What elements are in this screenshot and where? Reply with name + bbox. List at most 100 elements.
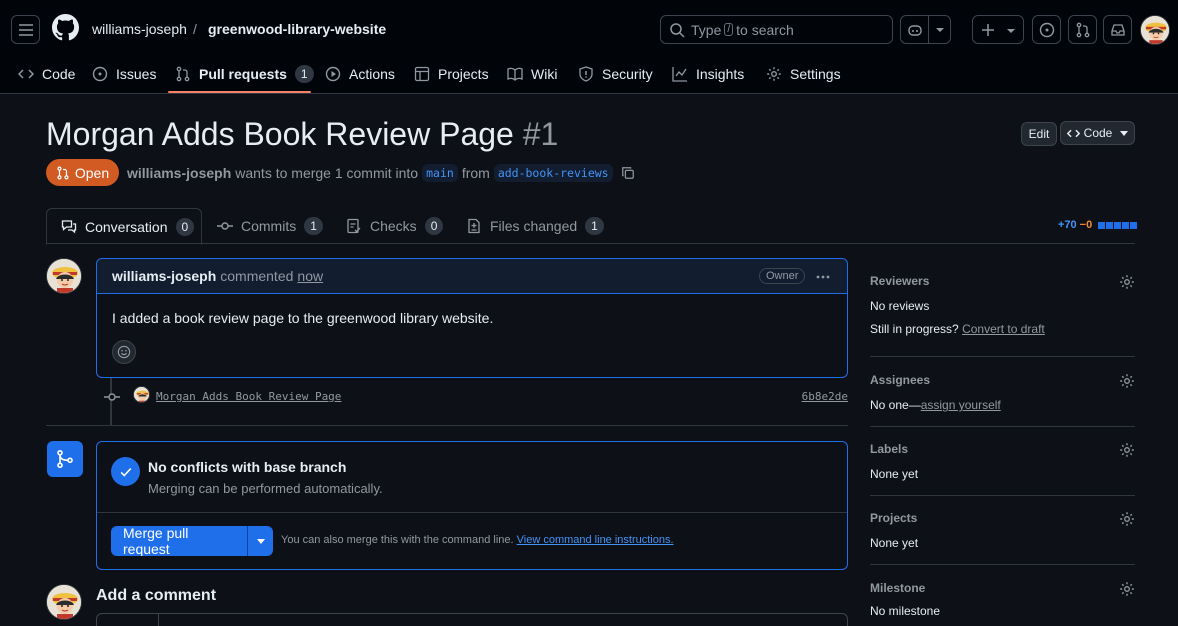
- search-placeholder-prefix: Type: [691, 21, 722, 38]
- table-icon: [414, 66, 430, 82]
- comment-time-link[interactable]: now: [297, 268, 323, 284]
- page-title: Morgan Adds Book Review Page #1: [46, 116, 558, 153]
- commit-sha-link[interactable]: 6b8e2de: [802, 390, 848, 403]
- tab-conversation[interactable]: Conversation 0: [46, 208, 202, 245]
- gear-icon[interactable]: [1119, 511, 1135, 527]
- breadcrumb-separator: /: [193, 21, 197, 37]
- pr-meta-text: wants to merge 1 commit into: [235, 165, 419, 181]
- merge-method-dropdown[interactable]: [247, 526, 273, 556]
- code-icon: [18, 69, 34, 79]
- tab-settings[interactable]: Settings: [766, 54, 841, 94]
- convert-to-draft-link[interactable]: Convert to draft: [962, 322, 1045, 336]
- sidebar-divider: [870, 495, 1135, 496]
- status-badge: Open: [46, 159, 119, 186]
- diff-blocks: [1097, 221, 1138, 229]
- avatar-image-icon: [47, 585, 81, 619]
- tab-projects[interactable]: Projects: [414, 54, 489, 94]
- projects-value: None yet: [870, 536, 919, 550]
- files-counter: 1: [585, 217, 604, 235]
- tab-actions-label: Actions: [349, 66, 395, 82]
- edit-button[interactable]: Edit: [1021, 122, 1057, 146]
- head-branch-link[interactable]: add-book-reviews: [493, 164, 613, 182]
- checklist-icon: [347, 218, 361, 234]
- tab-settings-label: Settings: [790, 66, 841, 82]
- labels-title[interactable]: Labels: [870, 442, 1135, 456]
- diff-stat: +70 −0: [1058, 219, 1138, 231]
- tab-issues[interactable]: Issues: [92, 54, 156, 94]
- comment-box: williams-joseph commented now Owner I ad…: [96, 258, 848, 378]
- reviewers-title[interactable]: Reviewers: [870, 274, 1135, 288]
- tab-pull-requests[interactable]: Pull requests 1: [175, 54, 314, 94]
- create-new-button[interactable]: [972, 15, 1024, 44]
- owner-badge: Owner: [759, 268, 806, 284]
- user-avatar[interactable]: [1140, 15, 1170, 45]
- assign-yourself-link[interactable]: assign yourself: [921, 398, 1001, 412]
- code-icon: [1066, 129, 1080, 137]
- base-branch-link[interactable]: main: [422, 164, 458, 182]
- add-comment-title: Add a comment: [96, 587, 217, 604]
- merge-status-icon: [47, 441, 83, 477]
- smiley-icon: [117, 345, 131, 359]
- shield-icon: [579, 66, 593, 82]
- issues-button[interactable]: [1032, 15, 1061, 44]
- merge-pull-request-button[interactable]: Merge pull request: [111, 526, 247, 556]
- sidebar-assignees: Assignees No one—assign yourself: [870, 373, 1135, 412]
- search-input[interactable]: Type / to search: [660, 15, 893, 44]
- assignees-title[interactable]: Assignees: [870, 373, 1135, 387]
- avatar-image-icon: [47, 259, 81, 293]
- comment-body: I added a book review page to the greenw…: [112, 310, 494, 326]
- merge-footer: Merge pull request You can also merge th…: [97, 512, 847, 569]
- commit-message-link[interactable]: Morgan Adds Book Review Page: [156, 390, 341, 403]
- book-icon: [507, 67, 523, 81]
- tab-insights-label: Insights: [696, 66, 745, 82]
- add-reaction-button[interactable]: [112, 340, 136, 364]
- tab-commits-label: Commits: [241, 218, 297, 234]
- code-dropdown-button[interactable]: Code: [1060, 121, 1135, 145]
- tab-insights[interactable]: Insights: [672, 54, 744, 94]
- top-header: williams-joseph / greenwood-library-webs…: [0, 0, 1178, 94]
- avatar-image-icon: [134, 387, 149, 402]
- gear-icon[interactable]: [1119, 581, 1135, 597]
- milestone-title[interactable]: Milestone: [870, 581, 1135, 595]
- tab-files-changed[interactable]: Files changed 1: [466, 208, 604, 244]
- active-tab-underline: [168, 91, 311, 93]
- gear-icon[interactable]: [1119, 373, 1135, 389]
- tab-security[interactable]: Security: [578, 54, 653, 94]
- tab-commits[interactable]: Commits 1: [217, 208, 323, 244]
- play-icon: [325, 66, 341, 82]
- sidebar-milestone: Milestone No milestone: [870, 581, 1135, 618]
- merge-hint-text: You can also merge this with the command…: [281, 534, 514, 546]
- gear-icon[interactable]: [1119, 274, 1135, 290]
- sidebar-projects: Projects None yet: [870, 511, 1135, 550]
- tab-actions[interactable]: Actions: [325, 54, 395, 94]
- pull-requests-button[interactable]: [1068, 15, 1097, 44]
- projects-title[interactable]: Projects: [870, 511, 1135, 525]
- search-icon: [670, 22, 685, 38]
- comment-author-avatar[interactable]: [46, 258, 82, 294]
- repo-name-link[interactable]: greenwood-library-website: [208, 21, 386, 37]
- tab-wiki[interactable]: Wiki: [507, 54, 557, 94]
- copy-icon[interactable]: [621, 166, 635, 180]
- kebab-horizontal-icon[interactable]: [815, 269, 831, 285]
- comment-editor[interactable]: [96, 613, 848, 626]
- repo-owner-link[interactable]: williams-joseph: [92, 21, 187, 37]
- inbox-button[interactable]: [1103, 15, 1132, 44]
- hamburger-icon: [18, 23, 33, 36]
- editor-write-tab[interactable]: [97, 614, 159, 626]
- gear-icon[interactable]: [1119, 442, 1135, 458]
- pr-from-text: from: [461, 165, 490, 181]
- menu-button[interactable]: [11, 15, 40, 44]
- pr-author-link[interactable]: williams-joseph: [127, 165, 231, 181]
- tab-checks[interactable]: Checks 0: [346, 208, 444, 244]
- comment-author-link[interactable]: williams-joseph: [112, 268, 216, 284]
- github-logo-icon[interactable]: [52, 14, 79, 41]
- tab-security-label: Security: [602, 66, 653, 82]
- command-line-link[interactable]: View command line instructions.: [517, 534, 674, 546]
- copilot-button[interactable]: [900, 15, 951, 44]
- check-circle-icon: [111, 457, 140, 486]
- tab-wiki-label: Wiki: [531, 66, 558, 82]
- tab-code[interactable]: Code: [18, 54, 75, 94]
- commit-author-avatar[interactable]: [133, 386, 150, 403]
- current-user-avatar[interactable]: [46, 584, 82, 620]
- commit-item: Morgan Adds Book Review Page 6b8e2de: [104, 386, 848, 406]
